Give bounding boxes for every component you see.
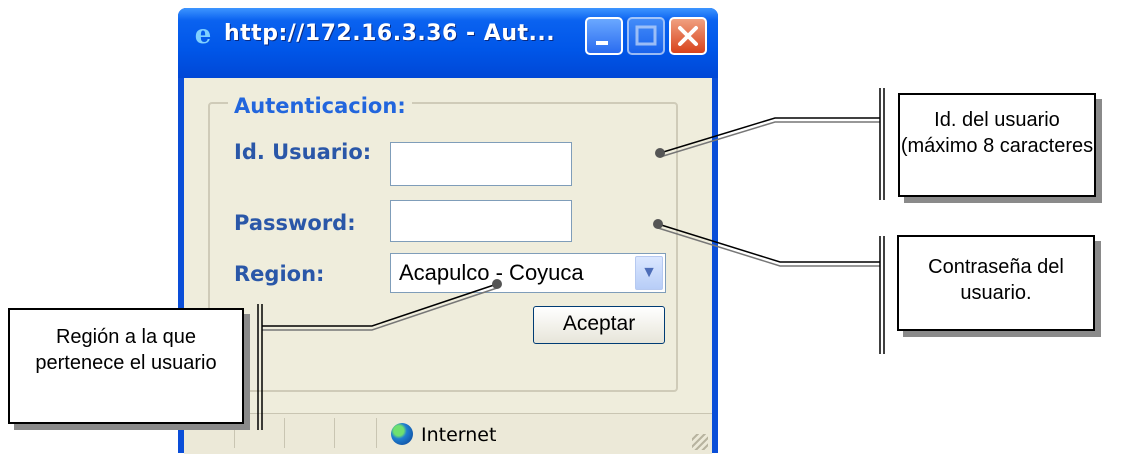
password-callout-line: [657, 223, 880, 263]
user-callout: Id. del usuario (máximo 8 caracteres: [898, 93, 1096, 197]
password-callout: Contraseña del usuario.: [897, 235, 1095, 331]
region-callout-line: [262, 283, 498, 327]
user-callout-line-shadow: [659, 121, 880, 158]
region-callout-dot: [492, 279, 502, 289]
region-callout: Región a la que pertenece el usuario: [8, 308, 244, 424]
user-callout-dot: [655, 148, 665, 158]
password-callout-dot: [653, 219, 663, 229]
